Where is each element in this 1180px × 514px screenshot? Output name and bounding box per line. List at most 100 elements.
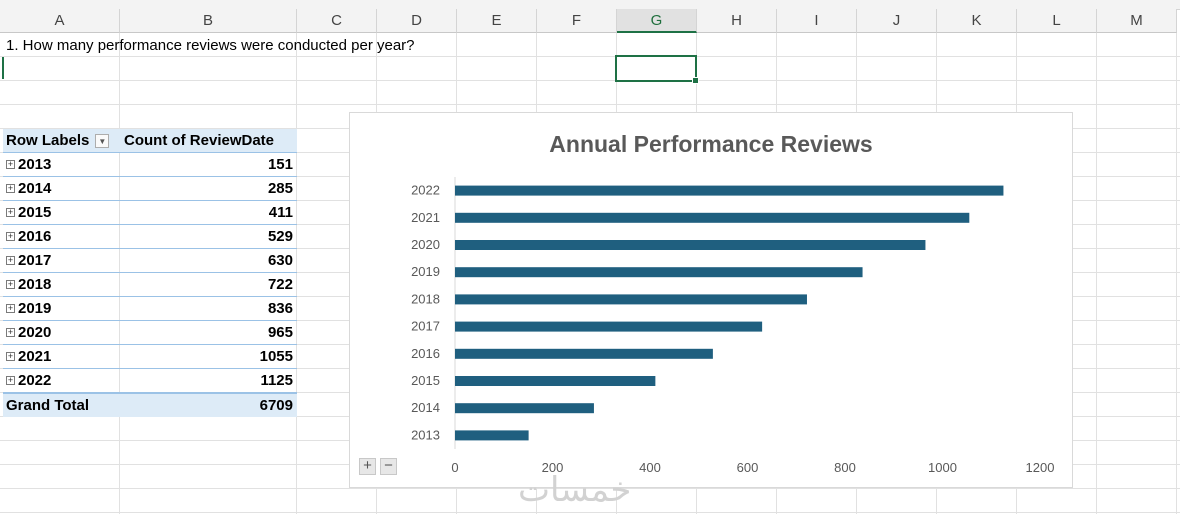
grid-vline xyxy=(1176,33,1177,514)
category-tick-label: 2016 xyxy=(411,346,440,361)
pivot-row[interactable]: +2020 965 xyxy=(3,321,297,345)
row-cursor-mark xyxy=(2,57,4,79)
column-header-i[interactable]: I xyxy=(777,9,857,33)
category-tick-label: 2022 xyxy=(411,183,440,198)
grid-hline xyxy=(0,80,1180,81)
expand-icon[interactable]: + xyxy=(6,256,15,265)
column-header-a[interactable]: A xyxy=(0,9,120,33)
pivot-row-value: 722 xyxy=(267,276,293,293)
category-tick-label: 2018 xyxy=(411,291,440,306)
column-header-m[interactable]: M xyxy=(1097,9,1177,33)
pivot-row-value: 965 xyxy=(267,324,293,341)
expand-icon[interactable]: + xyxy=(6,184,15,193)
active-cell-g3[interactable] xyxy=(615,55,697,82)
pivot-row[interactable]: +2017 630 xyxy=(3,249,297,273)
pivot-row-value: 285 xyxy=(267,180,293,197)
grid-hline xyxy=(0,104,1180,105)
pivot-row[interactable]: +2015 411 xyxy=(3,201,297,225)
fill-handle[interactable] xyxy=(692,77,699,84)
grand-total-value: 6709 xyxy=(259,397,293,414)
pivot-row-label: 2016 xyxy=(18,228,52,245)
expand-field-button[interactable]: + xyxy=(359,458,376,475)
pivot-row[interactable]: +2019 836 xyxy=(3,297,297,321)
pivot-grand-total-row: Grand Total 6709 xyxy=(3,393,297,417)
pivot-table: Row Labels ▼ Count of ReviewDate +2013 15… xyxy=(3,129,297,417)
filter-dropdown-icon[interactable]: ▼ xyxy=(95,133,110,148)
grand-total-label: Grand Total xyxy=(6,397,90,414)
expand-icon[interactable]: + xyxy=(6,232,15,241)
category-tick-label: 2020 xyxy=(411,237,440,252)
pivot-row-value: 1055 xyxy=(259,348,293,365)
expand-icon[interactable]: + xyxy=(6,304,15,313)
expand-icon[interactable]: + xyxy=(6,208,15,217)
pivot-row[interactable]: +2021 1055 xyxy=(3,345,297,369)
pivot-row-label: 2021 xyxy=(18,348,52,365)
grid-vline xyxy=(1096,33,1097,514)
bar-2014[interactable] xyxy=(455,403,594,414)
expand-icon[interactable]: + xyxy=(6,160,15,169)
pivot-row-value: 836 xyxy=(267,300,293,317)
pivot-row-label: 2020 xyxy=(18,324,52,341)
category-tick-label: 2014 xyxy=(411,400,440,415)
category-tick-label: 2015 xyxy=(411,373,440,388)
column-header-j[interactable]: J xyxy=(857,9,937,33)
pivot-row-value: 151 xyxy=(267,156,293,173)
column-header-g[interactable]: G xyxy=(617,9,697,33)
bar-chart-plot: 2013 2014 2015 2016 2017 2018 2019 2020 2021 2022… xyxy=(411,177,1054,475)
pivot-header-row: Row Labels ▼ Count of ReviewDate xyxy=(3,129,297,153)
category-tick-label: 2019 xyxy=(411,264,440,279)
row-labels-header: Row Labels xyxy=(6,132,90,149)
pivot-row-value: 529 xyxy=(267,228,293,245)
bar-2015[interactable] xyxy=(455,376,656,386)
value-tick-label: 800 xyxy=(834,460,856,475)
expand-icon[interactable]: + xyxy=(6,328,15,337)
spreadsheet: ABCDEFGHIJKLM 1. How many performance re… xyxy=(0,0,1180,514)
pivot-row[interactable]: +2018 722 xyxy=(3,273,297,297)
pivot-row-value: 630 xyxy=(267,252,293,269)
pivot-row-label: 2022 xyxy=(18,372,52,389)
column-header-c[interactable]: C xyxy=(297,9,377,33)
bar-2017[interactable] xyxy=(455,321,763,332)
collapse-field-button[interactable]: − xyxy=(380,458,397,475)
bar-2013[interactable] xyxy=(455,430,529,441)
pivot-row-label: 2018 xyxy=(18,276,52,293)
pivot-row-label: 2014 xyxy=(18,180,52,197)
pivot-row[interactable]: +2016 529 xyxy=(3,225,297,249)
column-header-f[interactable]: F xyxy=(537,9,617,33)
value-tick-label: 600 xyxy=(737,460,759,475)
grid-hline xyxy=(0,56,1180,57)
category-tick-label: 2017 xyxy=(411,319,440,334)
column-header-h[interactable]: H xyxy=(697,9,777,33)
category-tick-label: 2013 xyxy=(411,427,440,442)
value-tick-label: 1000 xyxy=(928,460,957,475)
bar-2020[interactable] xyxy=(455,240,926,250)
bar-2016[interactable] xyxy=(455,348,713,359)
pivot-row[interactable]: +2013 151 xyxy=(3,153,297,177)
column-header-b[interactable]: B xyxy=(120,9,297,33)
pivot-chart[interactable]: Annual Performance Reviews 2013 2014 2015 2… xyxy=(349,112,1073,488)
category-tick-label: 2021 xyxy=(411,210,440,225)
expand-icon[interactable]: + xyxy=(6,376,15,385)
pivot-row-value: 1125 xyxy=(260,372,293,389)
column-header-l[interactable]: L xyxy=(1017,9,1097,33)
bar-2019[interactable] xyxy=(455,267,863,278)
column-header-e[interactable]: E xyxy=(457,9,537,33)
bar-2018[interactable] xyxy=(455,294,807,305)
expand-icon[interactable]: + xyxy=(6,280,15,289)
value-tick-label: 0 xyxy=(451,460,458,475)
value-tick-label: 400 xyxy=(639,460,661,475)
watermark-logo: خمسات xyxy=(518,470,632,510)
column-header-d[interactable]: D xyxy=(377,9,457,33)
grid-hline xyxy=(0,512,1180,513)
bar-2021[interactable] xyxy=(455,212,970,223)
pivot-row[interactable]: +2014 285 xyxy=(3,177,297,201)
pivot-row-value: 411 xyxy=(268,204,293,221)
pivot-row[interactable]: +2022 1125 xyxy=(3,369,297,393)
expand-icon[interactable]: + xyxy=(6,352,15,361)
question-cell[interactable]: 1. How many performance reviews were con… xyxy=(6,37,415,54)
bar-2022[interactable] xyxy=(455,185,1004,196)
pivot-row-label: 2019 xyxy=(18,300,52,317)
pivot-row-label: 2017 xyxy=(18,252,52,269)
column-header-k[interactable]: K xyxy=(937,9,1017,33)
pivot-row-label: 2015 xyxy=(18,204,52,221)
